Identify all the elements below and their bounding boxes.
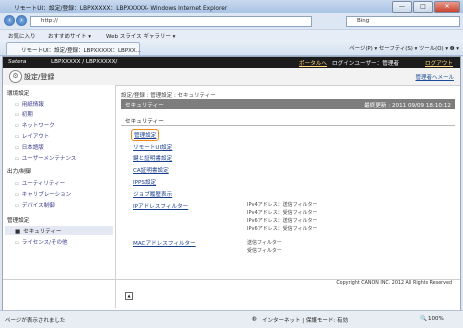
- sidebar-item-license[interactable]: ライセンス/その他: [15, 238, 68, 246]
- page-content: Satera LBPXXXXX / LBPXXXXX/ ポータルへ ログインユー…: [2, 56, 461, 311]
- favorites-item-suggested[interactable]: おすすめサイト ▾: [48, 32, 91, 40]
- window-title: リモートUI：設定/登録：LBPXXXXX：LBPXXXXX- Windows …: [14, 6, 228, 12]
- security-zone[interactable]: インターネット | 保護モード: 有効: [262, 316, 348, 324]
- browser-tab[interactable]: リモートUI：設定/登録：LBPXXXXX：LBPXX...: [6, 42, 141, 55]
- link-ip-filter[interactable]: IPアドレスフィルター: [133, 202, 188, 210]
- navigation-bar: ‹ › http:// Bing: [0, 13, 463, 29]
- sidebar-item-user-maintenance[interactable]: ユーザーメンテナンス: [15, 154, 77, 162]
- minimize-button[interactable]: —: [392, 1, 412, 13]
- close-button[interactable]: ✕: [434, 1, 460, 13]
- ip-filter-desc-3: IPv6アドレス：送信フィルター: [247, 218, 318, 224]
- command-bar[interactable]: ページ(P) ▾ セーフティ(S) ▾ ツール(O) ▾ ❷ ▾: [349, 44, 459, 52]
- sidebar-item-initial[interactable]: 初期: [15, 110, 33, 118]
- section-header: セキュリティー 最終更新 : 2011 09/09 18:10:12: [121, 99, 455, 109]
- link-remote-ui-settings[interactable]: リモートUI設定: [133, 143, 172, 151]
- security-box-title: セキュリティー: [125, 119, 164, 125]
- footer: Copyright CANON INC. 2012 All Rights Res…: [3, 279, 460, 289]
- link-ipps-settings[interactable]: IPPS設定: [133, 178, 156, 186]
- window-title-bar: リモートUI：設定/登録：LBPXXXXX：LBPXXXXX- Windows …: [0, 0, 463, 14]
- status-text: ページが表示されました: [5, 318, 66, 324]
- link-key-certificate[interactable]: 鍵と証明書設定: [133, 154, 172, 162]
- copyright: Copyright CANON INC. 2012 All Rights Res…: [336, 281, 452, 286]
- page-title: 設定/登録: [24, 73, 55, 81]
- sidebar-group-output: 出力/制御: [7, 169, 32, 175]
- page-top-icon[interactable]: ▲: [125, 292, 133, 300]
- maximize-button[interactable]: □: [413, 1, 433, 13]
- link-admin-settings[interactable]: 管理設定: [131, 129, 160, 141]
- sidebar-item-japanese[interactable]: 日本語版: [15, 143, 44, 151]
- link-mac-filter[interactable]: MACアドレスフィルター: [133, 239, 196, 247]
- portal-link[interactable]: ポータルへ: [299, 59, 327, 67]
- sidebar-item-calibration[interactable]: キャリブレーション: [15, 190, 71, 198]
- logout-link[interactable]: ログアウト: [425, 59, 453, 67]
- page-header: ⚙ 設定/登録 管理者へメール: [3, 68, 460, 86]
- window-controls: — □ ✕: [392, 1, 460, 13]
- section-title: セキュリティー: [125, 103, 164, 109]
- breadcrumb: 設定/登録 : 管理設定 : セキュリティー: [121, 93, 216, 99]
- brand-logo: Satera: [8, 59, 27, 65]
- favorites-item-web-slice[interactable]: Web スライス ギャラリー ▾: [106, 32, 175, 40]
- ip-filter-desc-2: IPv4アドレス：受信フィルター: [247, 210, 318, 216]
- last-updated: 最終更新 : 2011 09/09 18:10:12: [364, 103, 451, 109]
- status-bar: ページが表示されました ◍ インターネット | 保護モード: 有効 🔍 100%: [0, 310, 463, 328]
- admin-mail-link[interactable]: 管理者へメール: [415, 73, 454, 81]
- search-placeholder: Bing: [357, 18, 370, 24]
- main-panel: 設定/登録 : 管理設定 : セキュリティー セキュリティー 最終更新 : 20…: [121, 85, 456, 300]
- sidebar-item-utility[interactable]: ユーティリティー: [15, 179, 65, 187]
- sidebar-item-paper[interactable]: 用紙情報: [15, 100, 44, 108]
- device-name: LBPXXXXX / LBPXXXXX/: [51, 59, 118, 65]
- ip-filter-desc-4: IPv6アドレス：受信フィルター: [247, 226, 318, 232]
- sidebar: 環境設定 用紙情報 初期 ネットワーク レイアウト 日本語版 ユーザーメンテナン…: [3, 85, 116, 308]
- mac-filter-desc-2: 受信フィルター: [247, 248, 282, 254]
- sidebar-item-network[interactable]: ネットワーク: [15, 121, 55, 129]
- zoom-icon: 🔍: [420, 316, 427, 322]
- login-user: ログインユーザー：管理者: [332, 61, 400, 67]
- sidebar-item-device-control[interactable]: デバイス制御: [15, 201, 55, 209]
- sidebar-group-management: 管理設定: [7, 218, 30, 224]
- favorites-button[interactable]: お気に入り: [8, 32, 36, 40]
- link-ca-certificate[interactable]: CA証明書設定: [133, 166, 169, 174]
- tab-title: リモートUI：設定/登録：LBPXXXXX：LBPXX...: [21, 48, 141, 54]
- mac-filter-desc-1: 送信フィルター: [247, 240, 282, 246]
- search-box[interactable]: Bing: [346, 16, 460, 27]
- globe-icon: ◍: [252, 316, 257, 322]
- address-text: http://: [41, 18, 58, 24]
- back-icon[interactable]: ‹: [4, 15, 15, 26]
- ip-filter-desc-1: IPv4アドレス：送信フィルター: [247, 202, 318, 208]
- security-box-header: セキュリティー: [121, 117, 455, 126]
- sidebar-item-security[interactable]: セキュリティー: [15, 227, 61, 235]
- zoom-level[interactable]: 100%: [428, 316, 444, 322]
- sidebar-group-environment: 環境設定: [7, 91, 30, 97]
- link-job-history[interactable]: ジョブ履歴表示: [133, 190, 172, 198]
- app-header: Satera LBPXXXXX / LBPXXXXX/ ポータルへ ログインユー…: [3, 57, 460, 68]
- settings-icon: ⚙: [9, 70, 22, 83]
- forward-icon[interactable]: ›: [16, 15, 27, 26]
- address-bar[interactable]: http://: [30, 16, 312, 27]
- sidebar-item-layout[interactable]: レイアウト: [15, 132, 50, 140]
- tab-bar: リモートUI：設定/登録：LBPXXXXX：LBPXX... ページ(P) ▾ …: [0, 40, 463, 56]
